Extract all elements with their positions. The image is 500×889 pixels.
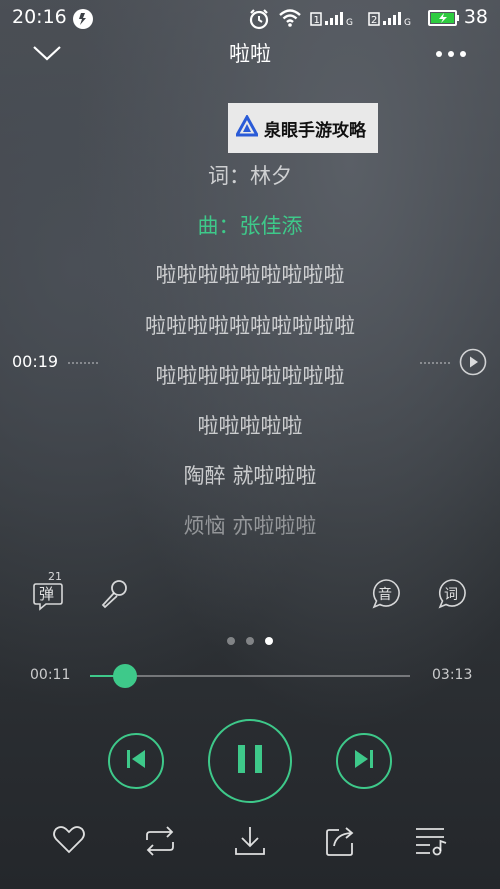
lyric-settings-button[interactable]: 词 (436, 578, 468, 610)
status-bar: 20:16 1 G 2 G 38 (0, 0, 500, 36)
total-time: 03:13 (432, 667, 473, 683)
next-button[interactable] (336, 733, 392, 789)
lyric-seek-time: 00:19 (12, 352, 59, 371)
lyric-line-current: 曲：张佳添 (197, 214, 303, 238)
play-from-lyric-button[interactable] (459, 348, 487, 376)
lyric-line: 词：林夕 (208, 164, 292, 188)
sim1-signal-icon: 1 G (310, 8, 360, 32)
microphone-icon (98, 580, 130, 614)
lyric-line: 陶醉 就啦啦啦 (183, 464, 317, 488)
skip-previous-icon (125, 748, 147, 774)
lyric-line: 啦啦啦啦啦啦啦啦啦啦 (145, 314, 355, 338)
current-time: 00:11 (30, 667, 71, 683)
page-dot[interactable] (227, 637, 235, 645)
lyric-line: 啦啦啦啦啦啦啦啦啦 (155, 364, 345, 388)
more-button[interactable] (434, 46, 470, 60)
lyric-seek-line-left (68, 362, 98, 364)
share-button[interactable] (324, 824, 358, 858)
pause-button[interactable] (208, 719, 292, 803)
battery-level: 38 (463, 6, 488, 28)
previous-button[interactable] (108, 733, 164, 789)
battery-icon (428, 8, 460, 32)
playlist-button[interactable] (414, 826, 450, 856)
page-dot-active[interactable] (265, 637, 273, 645)
skip-next-icon (353, 748, 375, 774)
page-dot[interactable] (246, 637, 254, 645)
lyric-line: 啦啦啦啦啦 (197, 414, 303, 438)
danmu-label: 弹 (39, 585, 55, 603)
wifi-icon (278, 8, 302, 32)
repeat-icon (142, 826, 178, 860)
lyric-label: 词 (444, 587, 458, 603)
sound-label: 音 (378, 587, 392, 603)
progress-thumb[interactable] (113, 664, 137, 688)
alarm-icon (248, 8, 270, 34)
sim1-label: 1 (314, 15, 320, 26)
watermark-text: 泉眼手游攻略 (264, 120, 366, 141)
network-label-2: G (404, 18, 411, 28)
play-circle-icon (459, 348, 487, 380)
repeat-mode-button[interactable] (142, 826, 178, 856)
download-icon (233, 827, 267, 862)
more-icon (434, 46, 468, 65)
lyric-line: 烦恼 亦啦啦啦 (183, 514, 317, 538)
lyric-line: 啦啦啦啦啦啦啦啦啦 (155, 263, 345, 287)
sing-button[interactable] (98, 578, 130, 610)
favorite-button[interactable] (52, 824, 86, 856)
lyric-seek-line-right (420, 362, 450, 364)
page-title: 啦啦 (229, 42, 271, 66)
sound-effect-button[interactable]: 音 (370, 578, 402, 610)
notification-app-icon (72, 8, 94, 34)
download-button[interactable] (233, 824, 267, 858)
playlist-icon (414, 828, 450, 860)
pause-icon (235, 743, 265, 779)
sim2-signal-icon: 2 G (368, 8, 418, 32)
progress-bar[interactable] (90, 664, 410, 688)
share-icon (324, 827, 358, 862)
watermark: 泉眼手游攻略 (228, 103, 378, 153)
danmu-button[interactable]: 21 弹 (32, 570, 68, 612)
heart-icon (52, 826, 86, 860)
network-label: G (346, 18, 353, 28)
status-time: 20:16 (12, 6, 67, 28)
watermark-logo-icon (234, 113, 260, 141)
sim2-label: 2 (371, 15, 377, 26)
